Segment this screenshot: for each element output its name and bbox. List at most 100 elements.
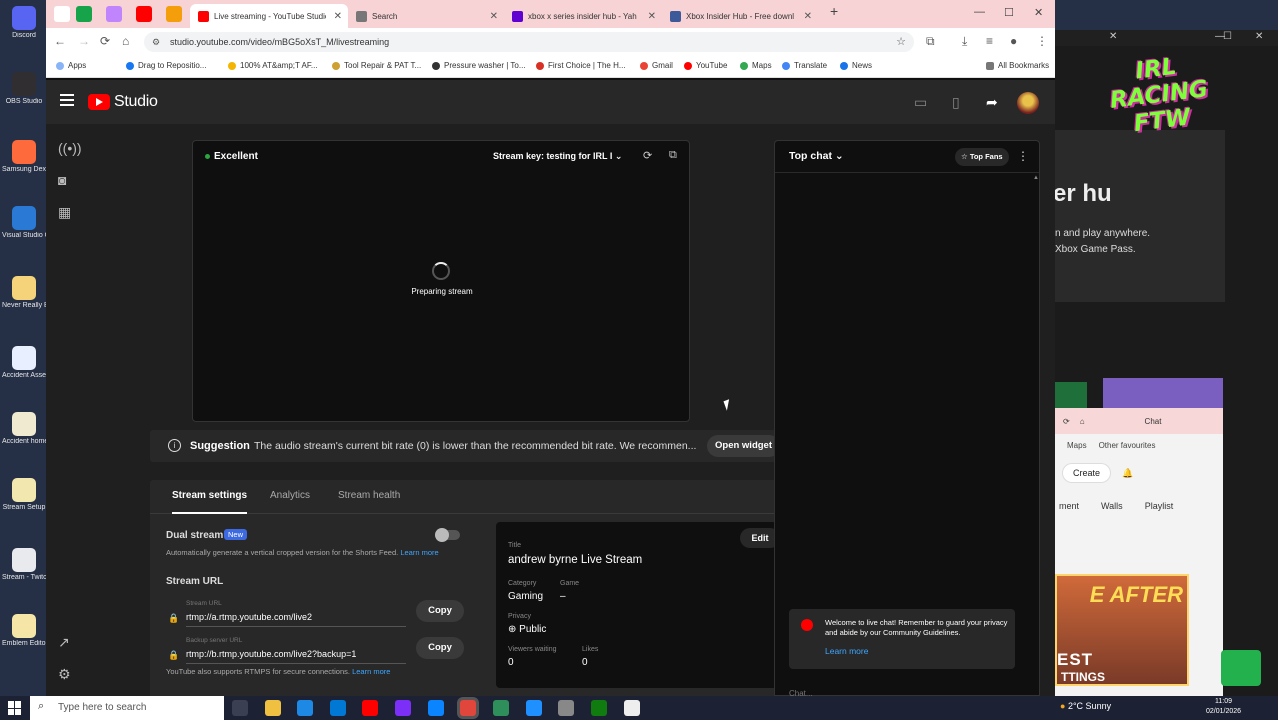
tab-pinned[interactable] <box>76 6 92 22</box>
learn-more-link[interactable]: Learn more <box>400 548 438 557</box>
desktop-icon[interactable]: Visual Studio Code <box>2 206 46 240</box>
stream-key-dropdown[interactable]: Stream key: testing for IRL I ⌄ <box>493 151 622 162</box>
taskbar-search[interactable]: ⌕ Type here to search <box>30 696 224 720</box>
avatar[interactable] <box>1017 92 1039 114</box>
site-info-icon[interactable]: ⚙ <box>152 32 160 52</box>
file-explorer-icon[interactable] <box>265 700 281 716</box>
home-icon[interactable]: ⌂ <box>1080 417 1085 426</box>
chip[interactable]: Walls <box>1101 501 1123 511</box>
tab-pinned[interactable] <box>54 6 70 22</box>
bookmark-star-icon[interactable]: ☆ <box>896 32 906 52</box>
tab-pinned[interactable] <box>106 6 122 22</box>
download-icon[interactable]: ⤓ <box>962 34 967 49</box>
calendar-icon[interactable]: ▦ <box>58 204 71 221</box>
live-stream-icon[interactable]: ((•)) <box>58 140 82 156</box>
bookmark-item[interactable]: Maps <box>740 61 772 70</box>
maximize-icon[interactable]: ☐ <box>1223 31 1232 42</box>
address-bar[interactable]: ⚙ studio.youtube.com/video/mBG5oXsT_M/li… <box>144 32 914 52</box>
close-icon[interactable]: ✕ <box>804 11 812 22</box>
more-options-icon[interactable]: ⋮ <box>1017 149 1029 163</box>
tab-stream-settings[interactable]: Stream settings <box>172 490 248 514</box>
bookmark-item[interactable]: Pressure washer | To... <box>432 61 526 70</box>
chip[interactable]: Playlist <box>1145 501 1174 511</box>
xbox-icon[interactable] <box>591 700 607 716</box>
tab-stream-health[interactable]: Stream health <box>338 490 400 501</box>
dual-stream-toggle[interactable] <box>435 528 460 542</box>
camera-icon[interactable]: ◙ <box>58 172 66 188</box>
task-view-icon[interactable] <box>232 700 248 716</box>
desktop-icon[interactable]: Stream - Twitch <box>2 548 46 582</box>
close-icon[interactable]: ✕ <box>334 11 342 22</box>
all-bookmarks[interactable]: All Bookmarks <box>986 61 1049 70</box>
weather-widget[interactable]: ● 2°C Sunny <box>1060 701 1111 711</box>
open-widget-button[interactable]: Open widget <box>707 435 780 457</box>
tab-yahoo[interactable]: xbox x series insider hub - Yah ✕ <box>504 4 662 28</box>
chat-mode-dropdown[interactable]: Top chat ⌄ <box>789 150 844 162</box>
desktop-icon[interactable]: Emblem Editor - R <box>2 614 46 648</box>
back-arrow-icon[interactable]: ← <box>54 34 66 48</box>
bookmark-item[interactable]: Translate <box>782 61 827 70</box>
desktop-icon[interactable]: Samsung Dex <box>2 140 46 174</box>
obs-icon[interactable] <box>395 700 411 716</box>
app-icon[interactable] <box>493 700 509 716</box>
chip[interactable]: ment <box>1059 501 1079 511</box>
chat-tab[interactable]: Chat <box>1145 417 1162 426</box>
bookmark-item[interactable]: Drag to Repositio... <box>126 61 206 70</box>
desktop-icon[interactable]: Stream Setup <box>3 478 45 512</box>
bookmark-item[interactable]: YouTube <box>684 61 727 70</box>
gear-icon[interactable]: ⚙ <box>58 666 71 683</box>
media-icon[interactable]: ≡ <box>986 34 993 48</box>
stream-url-field[interactable]: rtmp://a.rtmp.youtube.com/live2 <box>186 612 312 622</box>
scroll-up-arrow-icon[interactable]: ▲ <box>1033 175 1039 181</box>
rtmps-learn-more-link[interactable]: Learn more <box>352 667 390 676</box>
mail-icon[interactable] <box>330 700 346 716</box>
app-icon[interactable] <box>624 700 640 716</box>
copy-icon[interactable]: ⧉ <box>669 149 677 162</box>
desktop-icon[interactable]: Accident Assess - F <box>2 346 46 380</box>
bookmark-other-favourites[interactable]: Other favourites <box>1099 441 1156 450</box>
tab-analytics[interactable]: Analytics <box>270 490 310 501</box>
bookmark-item[interactable]: Gmail <box>640 61 673 70</box>
reload-icon[interactable]: ⟳ <box>100 34 110 48</box>
copy-stream-url-button[interactable]: Copy <box>416 600 464 622</box>
bookmark-maps[interactable]: Maps <box>1067 441 1087 450</box>
tab-search[interactable]: Search ✕ <box>348 4 504 28</box>
bookmark-item[interactable]: First Choice | The H... <box>536 61 626 70</box>
menu-icon[interactable] <box>60 94 74 106</box>
app-icon[interactable] <box>558 700 574 716</box>
backup-url-field[interactable]: rtmp://b.rtmp.youtube.com/live2?backup=1 <box>186 649 356 659</box>
chrome-icon[interactable] <box>460 700 476 716</box>
notification-bell-icon[interactable]: 🔔 <box>1122 468 1133 479</box>
refresh-icon[interactable]: ⟳ <box>643 149 652 162</box>
top-fans-button[interactable]: ☆ Top Fans <box>955 148 1009 166</box>
edge-icon[interactable] <box>526 700 542 716</box>
desktop-icon[interactable]: Accident home - R <box>2 412 46 446</box>
store-icon[interactable] <box>297 700 313 716</box>
share-icon[interactable]: ➦ <box>986 94 998 111</box>
app-icon[interactable] <box>428 700 444 716</box>
bookmark-item[interactable]: 100% AT&amp;T AF... <box>228 61 318 70</box>
youtube-logo-icon[interactable] <box>88 94 110 110</box>
close-icon[interactable]: ✕ <box>490 11 498 22</box>
bookmark-item[interactable]: Tool Repair & PAT T... <box>332 61 421 70</box>
create-button[interactable]: Create <box>1063 464 1111 482</box>
stream-view-icon[interactable]: ▭ <box>914 94 927 111</box>
close-icon[interactable]: ✕ <box>1255 31 1263 42</box>
more-menu-icon[interactable]: ⋮ <box>1036 34 1048 48</box>
minimize-button[interactable]: — <box>974 6 985 18</box>
bookmark-item[interactable]: News <box>840 61 872 70</box>
desktop-icon[interactable]: Never Really Be <box>2 276 46 310</box>
external-link-icon[interactable]: ↗ <box>58 634 70 651</box>
desktop-icon[interactable]: Discord <box>6 6 42 40</box>
learn-more-link[interactable]: Learn more <box>825 646 868 656</box>
youtube-app-icon[interactable] <box>362 700 378 716</box>
new-tab-button[interactable]: + <box>830 3 838 19</box>
dual-view-icon[interactable]: ▯ <box>952 94 960 111</box>
copy-backup-url-button[interactable]: Copy <box>416 637 464 659</box>
windows-start-icon[interactable] <box>8 701 22 715</box>
desktop-icon[interactable]: OBS Studio <box>6 72 42 106</box>
profile-icon[interactable]: ● <box>1010 34 1017 48</box>
video-thumbnail[interactable]: E AFTER EST TTINGS <box>1055 574 1189 686</box>
close-icon[interactable]: ✕ <box>648 11 656 22</box>
forward-arrow-icon[interactable]: → <box>78 34 90 48</box>
